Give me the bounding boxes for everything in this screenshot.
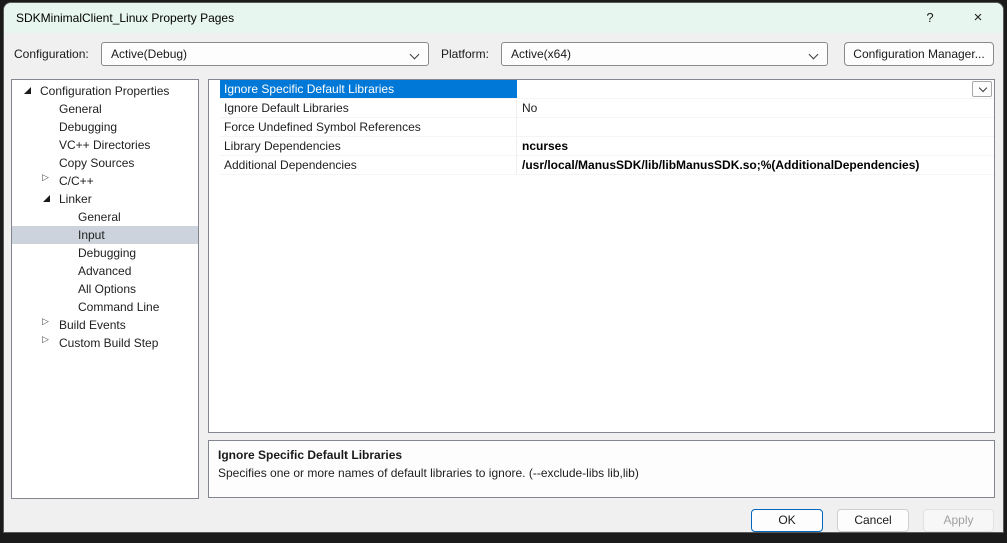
tree-item-debugging[interactable]: Debugging — [12, 118, 198, 136]
platform-dropdown[interactable]: Active(x64) — [501, 42, 828, 66]
tree-item-general[interactable]: General — [12, 100, 198, 118]
tree-item-c-cpp[interactable]: C/C++ — [12, 172, 198, 190]
window-title: SDKMinimalClient_Linux Property Pages — [16, 3, 234, 33]
tree-item-configuration-properties[interactable]: Configuration Properties — [12, 82, 198, 100]
tree-spacer — [41, 157, 53, 169]
tree-expanded-icon[interactable] — [41, 193, 53, 205]
chevron-down-icon — [809, 50, 819, 60]
property-row-additional-dependencies[interactable]: Additional Dependencies /usr/local/Manus… — [220, 156, 994, 175]
configuration-label: Configuration: — [14, 42, 89, 66]
property-description-panel: Ignore Specific Default Libraries Specif… — [208, 440, 995, 498]
tree-spacer — [60, 229, 72, 241]
description-text: Specifies one or more names of default l… — [218, 466, 985, 480]
configuration-dropdown[interactable]: Active(Debug) — [101, 42, 429, 66]
tree-item-linker-debugging[interactable]: Debugging — [12, 244, 198, 262]
help-button[interactable]: ? — [911, 3, 949, 33]
category-tree: Configuration Properties General Debuggi… — [11, 79, 199, 499]
tree-item-linker-general[interactable]: General — [12, 208, 198, 226]
tree-item-linker-command-line[interactable]: Command Line — [12, 298, 198, 316]
tree-spacer — [41, 103, 53, 115]
close-button[interactable]: × — [959, 3, 997, 33]
tree-item-copy-sources[interactable]: Copy Sources — [12, 154, 198, 172]
platform-label: Platform: — [441, 42, 489, 66]
description-title: Ignore Specific Default Libraries — [218, 448, 985, 462]
value-dropdown-button[interactable] — [972, 81, 992, 97]
tree-spacer — [41, 121, 53, 133]
property-row-ignore-default-libraries[interactable]: Ignore Default Libraries No — [220, 99, 994, 118]
chevron-down-icon — [979, 84, 987, 92]
property-row-library-dependencies[interactable]: Library Dependencies ncurses — [220, 137, 994, 156]
tree-spacer — [60, 265, 72, 277]
property-pages-dialog: SDKMinimalClient_Linux Property Pages ? … — [3, 2, 1004, 533]
tree-item-linker-all-options[interactable]: All Options — [12, 280, 198, 298]
title-bar: SDKMinimalClient_Linux Property Pages ? … — [4, 3, 1003, 33]
tree-collapsed-icon[interactable] — [41, 175, 53, 187]
cancel-button[interactable]: Cancel — [837, 509, 909, 532]
tree-spacer — [60, 247, 72, 259]
configuration-manager-button[interactable]: Configuration Manager... — [844, 42, 994, 66]
chevron-down-icon — [410, 50, 420, 60]
platform-dropdown-value: Active(x64) — [511, 47, 571, 61]
tree-item-linker[interactable]: Linker — [12, 190, 198, 208]
tree-collapsed-icon[interactable] — [41, 337, 53, 349]
tree-spacer — [41, 139, 53, 151]
tree-item-build-events[interactable]: Build Events — [12, 316, 198, 334]
tree-item-vcpp-directories[interactable]: VC++ Directories — [12, 136, 198, 154]
tree-spacer — [60, 283, 72, 295]
tree-spacer — [60, 301, 72, 313]
tree-item-linker-advanced[interactable]: Advanced — [12, 262, 198, 280]
tree-spacer — [60, 211, 72, 223]
tree-collapsed-icon[interactable] — [41, 319, 53, 331]
apply-button: Apply — [923, 509, 994, 532]
property-grid: Ignore Specific Default Libraries Ignore… — [208, 79, 995, 433]
property-row-force-undefined-symbol-references[interactable]: Force Undefined Symbol References — [220, 118, 994, 137]
ok-button[interactable]: OK — [751, 509, 823, 532]
tree-item-linker-input[interactable]: Input — [12, 226, 198, 244]
tree-expanded-icon[interactable] — [22, 85, 34, 97]
configuration-dropdown-value: Active(Debug) — [111, 47, 187, 61]
property-row-ignore-specific-default-libraries[interactable]: Ignore Specific Default Libraries — [220, 80, 994, 99]
tree-item-custom-build-step[interactable]: Custom Build Step — [12, 334, 198, 352]
